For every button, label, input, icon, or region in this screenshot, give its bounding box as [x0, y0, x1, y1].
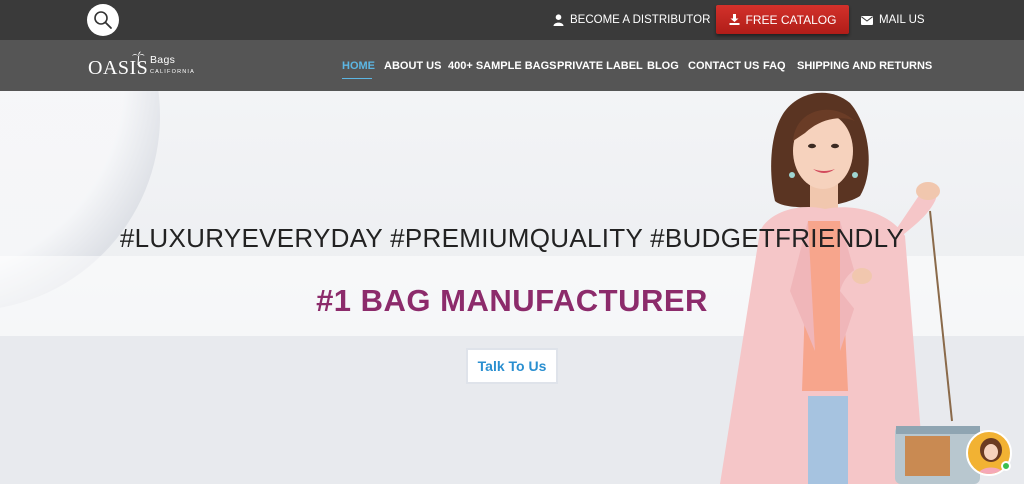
- nav-contact-us-label: CONTACT US: [688, 59, 760, 72]
- hero-hashtags-text: #LUXURYEVERYDAY #PREMIUMQUALITY #BUDGETF…: [119, 223, 905, 253]
- user-icon: [553, 14, 564, 26]
- hero-hashtags: #LUXURYEVERYDAY #PREMIUMQUALITY #BUDGETF…: [0, 223, 1024, 254]
- logo-bags-text: Bags: [150, 54, 176, 66]
- nav-private-label[interactable]: PRIVATE LABEL: [557, 40, 643, 91]
- free-catalog-button[interactable]: FREE CATALOG: [716, 5, 849, 34]
- hero-headline: #1 BAG MANUFACTURER: [316, 283, 708, 318]
- main-navbar: OASIS Bags CALIFORNIA HOME ABOUT US 400+…: [0, 40, 1024, 91]
- nav-blog-label: BLOG: [647, 59, 679, 72]
- nav-about-us[interactable]: ABOUT US: [384, 40, 441, 91]
- download-icon: [729, 14, 740, 25]
- nav-faq-label: FAQ: [763, 59, 786, 72]
- nav-contact-us[interactable]: CONTACT US: [688, 40, 759, 91]
- become-distributor-link[interactable]: BECOME A DISTRIBUTOR: [553, 0, 710, 40]
- nav-shipping-returns[interactable]: SHIPPING AND RETURNS: [797, 40, 932, 91]
- nav-sample-bags-label: 400+ SAMPLE BAGS: [448, 59, 557, 72]
- nav-active-underline: [342, 78, 372, 79]
- nav-sample-bags[interactable]: 400+ SAMPLE BAGS: [448, 40, 557, 91]
- talk-to-us-button[interactable]: Talk To Us: [466, 348, 558, 384]
- mail-icon: [861, 15, 873, 25]
- nav-home[interactable]: HOME: [342, 40, 375, 91]
- nav-about-us-label: ABOUT US: [384, 59, 442, 72]
- free-catalog-label: FREE CATALOG: [745, 12, 837, 27]
- mail-us-link[interactable]: MAIL US: [861, 0, 925, 40]
- search-button[interactable]: [87, 4, 119, 36]
- mail-us-label: MAIL US: [879, 14, 925, 26]
- nav-private-label-label: PRIVATE LABEL: [557, 59, 643, 72]
- palm-tree-icon: [132, 51, 145, 65]
- nav-shipping-returns-label: SHIPPING AND RETURNS: [797, 59, 933, 72]
- search-icon: [94, 11, 112, 29]
- page: BECOME A DISTRIBUTOR FREE CATALOG MAIL U…: [0, 0, 1024, 484]
- hero-banner: #LUXURYEVERYDAY #PREMIUMQUALITY #BUDGETF…: [0, 91, 1024, 484]
- become-distributor-label: BECOME A DISTRIBUTOR: [570, 14, 711, 26]
- online-status-dot: [1001, 461, 1011, 471]
- nav-blog[interactable]: BLOG: [647, 40, 679, 91]
- top-bar: BECOME A DISTRIBUTOR FREE CATALOG MAIL U…: [0, 0, 1024, 40]
- nav-faq[interactable]: FAQ: [763, 40, 786, 91]
- nav-home-label: HOME: [342, 59, 375, 72]
- oasis-bags-logo[interactable]: OASIS Bags CALIFORNIA: [88, 51, 200, 81]
- logo-california-text: CALIFORNIA: [150, 69, 196, 75]
